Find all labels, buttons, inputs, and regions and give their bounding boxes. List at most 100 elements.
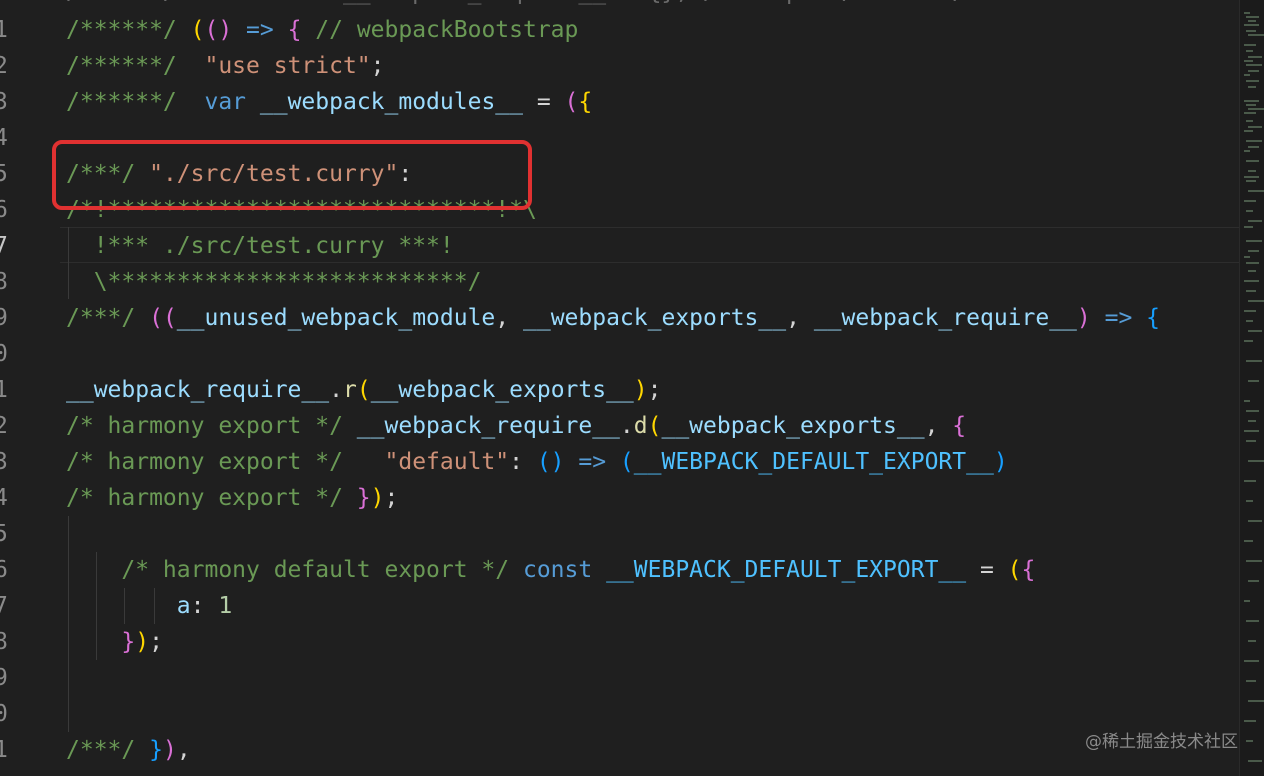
code-token: (( (149, 305, 177, 331)
minimap-line (1244, 74, 1250, 76)
code-token: __webpack_require__ (66, 377, 330, 403)
minimap-line (1248, 250, 1259, 252)
minimap-line (1246, 240, 1262, 242)
code-token: __unused_webpack_module (176, 305, 496, 331)
code-token: , (176, 737, 191, 763)
code-line[interactable]: 1 /***/ }), (0, 732, 1240, 768)
minimap-line (1246, 80, 1259, 82)
code-line[interactable]: 4 /* harmony export */ }); (0, 480, 1240, 516)
code-text: }); (66, 624, 163, 660)
code-text: a: 1 (66, 588, 232, 624)
code-text: /***/ }), (66, 732, 191, 768)
code-token: . (619, 413, 634, 439)
code-text: /******/ var __webpack_modules__ = ({ (66, 84, 592, 120)
minimap-line (1244, 600, 1250, 602)
minimap-line (1244, 24, 1259, 26)
code-line[interactable]: 3 /* harmony export */ "default": () => (… (0, 444, 1240, 480)
code-token: => (232, 17, 288, 43)
minimap-line (1248, 56, 1262, 58)
code-token: , (495, 305, 523, 331)
code-line[interactable]: 7 a: 1 (0, 588, 1240, 624)
minimap-line (1248, 146, 1259, 148)
code-token: /* harmony default export */ (121, 557, 523, 583)
code-token: { (1021, 557, 1036, 583)
code-line[interactable]: 9 /***/ ((__unused_webpack_module, __webp… (0, 300, 1240, 336)
code-token: () (536, 449, 565, 475)
minimap-line (1244, 150, 1250, 152)
line-number: 1 (0, 17, 8, 43)
minimap-line (1246, 410, 1259, 412)
code-line[interactable]: 8 \**************************/ (0, 264, 1240, 300)
code-line[interactable]: 8 }); (0, 624, 1240, 660)
minimap-line (1248, 330, 1262, 332)
minimap-line (1244, 176, 1259, 178)
minimap-line (1244, 200, 1256, 202)
minimap-line (1246, 210, 1253, 212)
minimap-line (1244, 400, 1250, 402)
minimap-line (1246, 500, 1253, 502)
code-token: { (578, 89, 593, 115)
minimap-line (1248, 300, 1264, 302)
minimap-line (1244, 112, 1256, 114)
minimap-line (1244, 60, 1253, 62)
code-token: /* harmony export */ (66, 413, 357, 439)
code-token: /******/ (66, 89, 191, 115)
code-text: /* harmony default export */ const __WEB… (66, 552, 1035, 588)
code-token: ( (356, 377, 371, 403)
code-line[interactable]: 1 /******/ (() => { // webpackBootstrap (0, 12, 1240, 48)
line-number: 0 (0, 341, 8, 367)
code-text: /* harmony export */ __webpack_require__… (66, 408, 966, 444)
minimap-line (1248, 170, 1256, 172)
code-token: = (966, 557, 1008, 583)
line-number: 9 (0, 305, 8, 331)
minimap-line (1244, 310, 1256, 312)
minimap-line (1246, 680, 1256, 682)
minimap-line (1244, 12, 1250, 14)
code-token: ( (647, 413, 662, 439)
code-token: } (149, 737, 163, 763)
code-token: ; (149, 629, 163, 655)
minimap-line (1244, 660, 1259, 662)
code-text: __webpack_require__.r(__webpack_exports_… (66, 372, 662, 408)
code-token: __webpack_exports__ (661, 413, 925, 439)
code-line[interactable]: 2 /* harmony export */ __webpack_require_… (0, 408, 1240, 444)
code-token: __webpack_require__ (356, 413, 620, 439)
line-number: 7 (0, 593, 8, 619)
minimap-line (1244, 226, 1253, 228)
code-token: => (1090, 305, 1147, 331)
code-line[interactable]: 7 !*** ./src/test.curry ***! (0, 228, 1240, 264)
code-text: \**************************/ (66, 264, 482, 300)
minimap-line (1246, 16, 1259, 18)
code-line[interactable]: 6 /* harmony default export */ const __W… (0, 552, 1240, 588)
code-line[interactable]: 9 (0, 660, 1240, 696)
line-number: 8 (0, 629, 8, 655)
code-token: => (564, 449, 620, 475)
code-line[interactable]: 0 (0, 696, 1240, 732)
line-number: 3 (0, 89, 8, 115)
minimap-line (1244, 44, 1256, 46)
code-line[interactable]: 2 /******/ "use strict"; (0, 48, 1240, 84)
red-annotation-box (52, 140, 532, 210)
line-number: 4 (0, 125, 8, 151)
code-line[interactable]: 1 __webpack_require__.r(__webpack_exports… (0, 372, 1240, 408)
minimap-line (1246, 64, 1262, 66)
minimap-line (1248, 220, 1262, 222)
code-text: /******/ "use strict"; (66, 48, 385, 84)
code-token: // webpackBootstrap (301, 17, 579, 43)
minimap-line (1244, 720, 1256, 722)
line-number: 0 (0, 701, 8, 727)
partial-top-line: /******/ var __webpack_require__ = {}; /… (66, 0, 1008, 10)
minimap-line (1244, 540, 1253, 542)
code-editor[interactable]: /******/ var __webpack_require__ = {}; /… (0, 0, 1240, 776)
code-line[interactable]: 3 /******/ var __webpack_modules__ = ({ (0, 84, 1240, 120)
code-token: } (356, 485, 371, 511)
code-line[interactable]: 5 (0, 516, 1240, 552)
code-token: ) (1076, 305, 1091, 331)
code-token: "default" (384, 449, 510, 475)
minimap-line (1248, 640, 1256, 642)
code-line[interactable]: 0 (0, 336, 1240, 372)
minimap[interactable] (1239, 0, 1264, 776)
